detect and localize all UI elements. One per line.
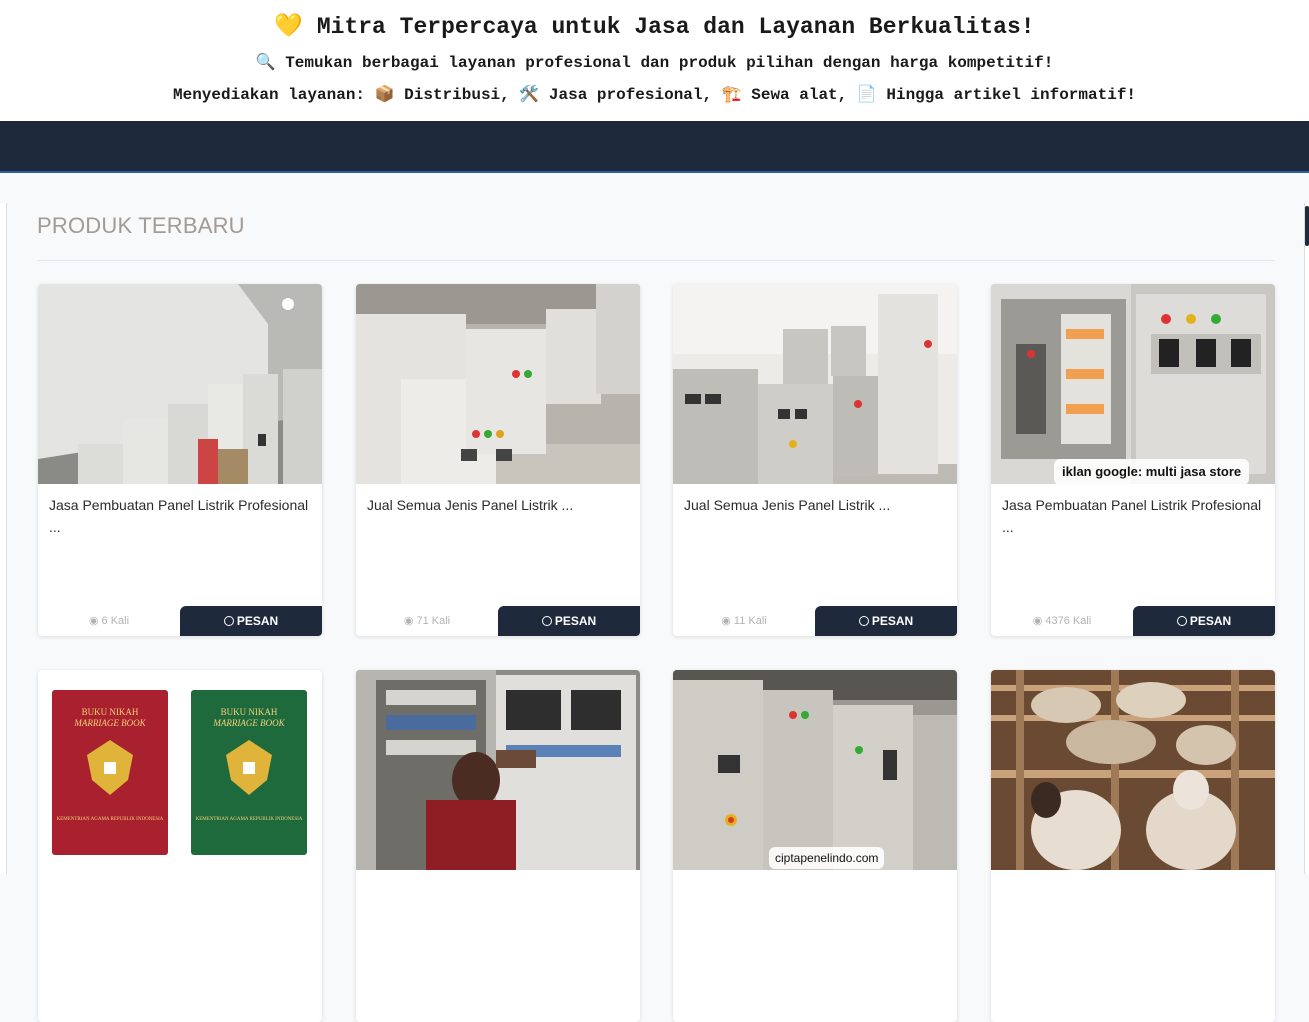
view-count: ◉ 71 Kali [356, 606, 498, 636]
image-watermark: ciptapenelindo.com [769, 847, 885, 869]
product-image[interactable]: ciptapenelindo.com [673, 670, 957, 870]
eye-icon: ◉ [88, 615, 99, 627]
product-image[interactable] [356, 670, 640, 870]
eye-icon: ◉ [1032, 615, 1043, 627]
whatsapp-icon [1176, 616, 1187, 626]
book-green-title: BUKU NIKAH [221, 707, 278, 717]
main-navbar [0, 121, 1309, 171]
order-button[interactable]: PESAN [815, 606, 957, 636]
product-image[interactable] [356, 284, 640, 484]
product-image[interactable] [991, 670, 1275, 870]
book-red-title: BUKU NIKAH [82, 707, 139, 717]
product-image[interactable]: BUKU NIKAH MARRIAGE BOOK KEMENTRIAN AGAM… [38, 670, 322, 870]
banner-services: Menyediakan layanan: 📦 Distribusi, 🛠️ Ja… [172, 86, 1137, 104]
navbar-border [0, 171, 1309, 173]
product-image[interactable] [38, 284, 322, 484]
product-card[interactable]: ciptapenelindo.com [673, 670, 957, 1022]
product-image[interactable]: iklan google: multi jasa store [991, 284, 1275, 484]
eye-icon: ◉ [403, 615, 414, 627]
view-count: ◉ 4376 Kali [991, 606, 1133, 636]
product-card[interactable]: Jual Semua Jenis Panel Listrik ... ◉ 71 K… [356, 284, 640, 636]
section-title: PRODUK TERBARU [37, 213, 245, 238]
product-card[interactable]: Jual Semua Jenis Panel Listrik ... ◉ 11 K… [673, 284, 957, 636]
product-card[interactable] [991, 670, 1275, 1022]
image-watermark: iklan google: multi jasa store [1054, 459, 1250, 484]
order-button[interactable]: PESAN [180, 606, 322, 636]
view-count: ◉ 6 Kali [38, 606, 180, 636]
whatsapp-icon [223, 616, 234, 626]
section-divider [37, 260, 1275, 261]
top-banner: 💛 Mitra Terpercaya untuk Jasa dan Layana… [0, 0, 1309, 121]
order-button[interactable]: PESAN [1133, 606, 1275, 636]
book-green-subtitle: MARRIAGE BOOK [212, 718, 285, 728]
product-card[interactable]: iklan google: multi jasa store Jasa Pemb… [991, 284, 1275, 636]
product-title[interactable]: Jual Semua Jenis Panel Listrik ... [367, 494, 633, 516]
banner-headline: 💛 Mitra Terpercaya untuk Jasa dan Layana… [274, 14, 1035, 40]
left-sidebar-edge [0, 203, 7, 874]
book-red-subtitle: MARRIAGE BOOK [73, 718, 146, 728]
product-card[interactable]: BUKU NIKAH MARRIAGE BOOK KEMENTRIAN AGAM… [38, 670, 322, 1022]
product-title[interactable]: Jasa Pembuatan Panel Listrik Profesional… [1002, 494, 1268, 538]
product-title[interactable]: Jual Semua Jenis Panel Listrik ... [684, 494, 950, 516]
product-image[interactable] [673, 284, 957, 484]
product-card[interactable]: Jasa Pembuatan Panel Listrik Profesional… [38, 284, 322, 636]
whatsapp-icon [858, 616, 869, 626]
book-green-footer: KEMENTRIAN AGAMA REPUBLIK INDONESIA [196, 817, 303, 822]
product-card[interactable] [356, 670, 640, 1022]
book-red-footer: KEMENTRIAN AGAMA REPUBLIK INDONESIA [57, 817, 164, 822]
right-scrollbar-thumb[interactable] [1305, 206, 1309, 246]
order-button[interactable]: PESAN [498, 606, 640, 636]
eye-icon: ◉ [721, 615, 731, 627]
product-title[interactable]: Jasa Pembuatan Panel Listrik Profesional… [49, 494, 315, 538]
right-scrollbar-track[interactable] [1304, 203, 1309, 874]
banner-subheadline: 🔍 Temukan berbagai layanan profesional d… [255, 54, 1054, 72]
whatsapp-icon [541, 616, 552, 626]
view-count: ◉ 11 Kali [673, 606, 815, 636]
